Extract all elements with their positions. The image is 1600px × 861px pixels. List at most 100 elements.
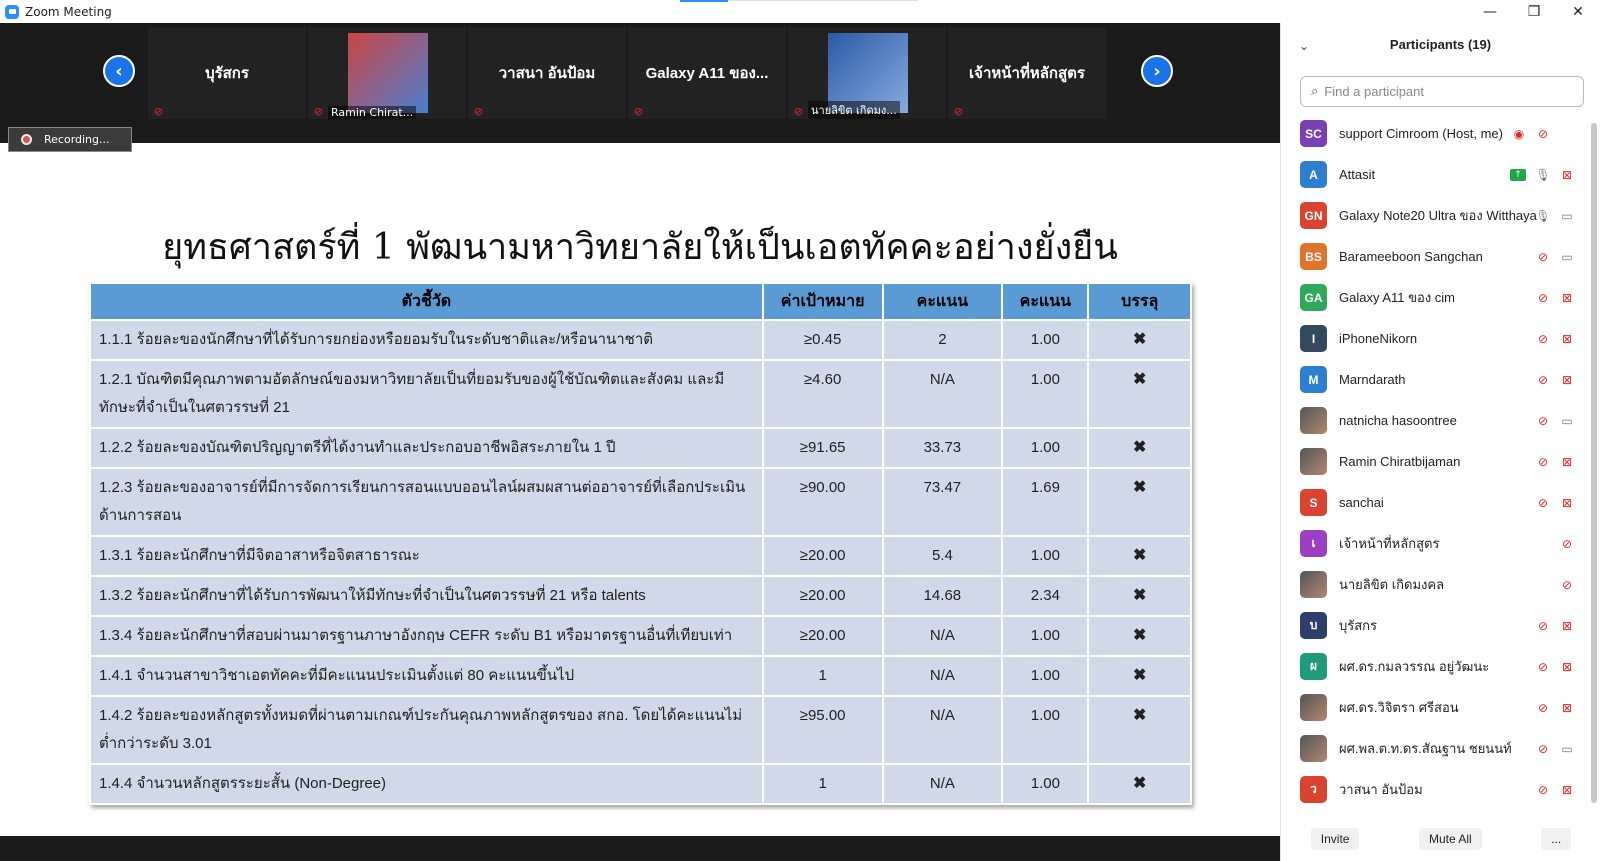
participant-row[interactable]: Ssanchai ⊘ ⊠ [1281, 482, 1586, 523]
indicator-cell: 1.1.1 ร้อยละของนักศึกษาที่ได้รับการยกย่อ… [89, 319, 764, 361]
mic-off-icon[interactable]: ⊘ [1536, 291, 1550, 305]
table-row: 1.1.1 ร้อยละของนักศึกษาที่ได้รับการยกย่อ… [89, 319, 1192, 361]
video-icon[interactable]: ▭ [1560, 742, 1574, 756]
close-button[interactable]: ✕ [1556, 0, 1600, 23]
participant-name: Marndarath [1339, 372, 1406, 387]
participant-row[interactable]: M Marndarath ⊘ ⊠ [1281, 359, 1586, 400]
score-cell: 5.4 [881, 535, 1004, 577]
participant-name: ผศ.ดร.กมลวรรณ อยู่วัฒนะ [1339, 659, 1490, 674]
indicator-cell: 1.3.2 ร้อยละนักศึกษาที่ได้รับการพัฒนาให้… [89, 575, 764, 617]
video-tile[interactable]: นายลิขิต เกิดมง... ⊘ [788, 27, 946, 119]
video-tile[interactable]: เจ้าหน้าที่หลักสูตร ⊘ [948, 27, 1106, 119]
participant-row[interactable]: natnicha hasoontree ⊘ ▭ [1281, 400, 1586, 441]
video-icon[interactable]: ▭ [1560, 414, 1574, 428]
video-off-icon[interactable]: ⊠ [1560, 496, 1574, 510]
record-icon[interactable]: ◉ [1512, 127, 1526, 141]
participant-name: ผศ.พล.ต.ท.ดร.สัณฐาน ชยนนท์ [1339, 741, 1512, 756]
bottom-bar [0, 836, 1280, 861]
tile-name: Galaxy A11 ของ... [645, 65, 769, 82]
participant-row[interactable]: ว วาสนา อันป้อม ⊘ ⊠ [1281, 769, 1586, 810]
video-off-icon[interactable]: ⊠ [1560, 783, 1574, 797]
mic-off-icon[interactable]: ⊘ [1560, 578, 1574, 592]
mic-off-icon[interactable]: ⊘ [1536, 783, 1550, 797]
icon-spacer [1512, 373, 1526, 387]
video-off-icon[interactable]: ⊠ [1560, 660, 1574, 674]
invite-button[interactable]: Invite [1310, 827, 1360, 850]
participant-row[interactable]: บ บุรัสกร ⊘ ⊠ [1281, 605, 1586, 646]
mic-icon[interactable]: 🎙 [1535, 168, 1550, 182]
chevron-right-icon[interactable]: › [1141, 55, 1173, 87]
icon-spacer [1512, 414, 1526, 428]
video-icon[interactable]: ▭ [1560, 250, 1574, 264]
mic-off-icon[interactable]: ⊘ [1536, 127, 1550, 141]
video-icon[interactable]: ▭ [1560, 209, 1574, 223]
mic-off-icon[interactable]: ⊘ [1536, 250, 1550, 264]
mic-off-icon[interactable]: ⊘ [1536, 742, 1550, 756]
mic-off-icon[interactable]: ⊘ [1536, 414, 1550, 428]
participant-name: Attasit [1339, 167, 1376, 182]
participant-row[interactable]: ผศ.พล.ต.ท.ดร.สัณฐาน ชยนนท์ ⊘ ▭ [1281, 728, 1586, 769]
mic-off-icon[interactable]: ⊘ [1536, 496, 1550, 510]
video-off-icon[interactable]: ⊠ [1560, 701, 1574, 715]
record-icon [21, 134, 32, 145]
participant-search[interactable]: ⌕ [1300, 76, 1584, 107]
participant-row[interactable]: นายลิขิต เกิดมงคล ⊘ [1281, 564, 1586, 605]
participant-name: natnicha hasoontree [1339, 413, 1457, 428]
mic-muted-icon: ⊘ [474, 105, 484, 118]
mic-off-icon[interactable]: ⊘ [1536, 332, 1550, 346]
participant-row[interactable]: A Attasit ↑ 🎙 ⊠ [1281, 154, 1586, 195]
participant-row[interactable]: SC support Cimroom (Host, me) ◉ ⊘ [1281, 113, 1586, 154]
video-off-icon[interactable]: ⊠ [1560, 291, 1574, 305]
score-cell: 73.47 [881, 467, 1004, 537]
video-tile[interactable]: Galaxy A11 ของ... ⊘ [628, 27, 786, 119]
video-tile[interactable]: บุรัสกร ⊘ [148, 27, 306, 119]
icon-spacer [1512, 619, 1526, 633]
scrollbar[interactable] [1591, 123, 1597, 803]
minimize-button[interactable]: — [1468, 0, 1512, 23]
search-input[interactable] [1324, 84, 1565, 99]
participant-row[interactable]: GN Galaxy Note20 Ultra ของ Witthaya 🎙 ▭ [1281, 195, 1586, 236]
video-off-icon[interactable]: ⊠ [1560, 619, 1574, 633]
video-off-icon[interactable]: ⊠ [1560, 373, 1574, 387]
video-off-icon[interactable]: ⊠ [1560, 455, 1574, 469]
mute-all-button[interactable]: Mute All [1418, 827, 1482, 850]
mic-off-icon[interactable]: ⊘ [1536, 660, 1550, 674]
mic-off-icon[interactable]: ⊘ [1560, 537, 1574, 551]
indicator-cell: 1.2.2 ร้อยละของบัณฑิตปริญญาตรีที่ได้งานท… [89, 427, 764, 469]
avatar: บ [1300, 612, 1327, 639]
participant-row[interactable]: Ramin Chiratbijaman ⊘ ⊠ [1281, 441, 1586, 482]
avatar: I [1300, 325, 1327, 352]
mic-off-icon[interactable]: ⊘ [1536, 373, 1550, 387]
avatar: S [1300, 489, 1327, 516]
indicator-cell: 1.4.1 จำนวนสาขาวิชาเอตทัคคะที่มีคะแนนประ… [89, 655, 764, 697]
participant-row[interactable]: ผศ.ดร.วิจิตรา ศรีสอน ⊘ ⊠ [1281, 687, 1586, 728]
participant-row[interactable]: GA Galaxy A11 ของ cim ⊘ ⊠ [1281, 277, 1586, 318]
participant-name: Galaxy Note20 Ultra ของ Witthaya [1339, 208, 1537, 223]
video-tile[interactable]: Ramin Chirat... ⊘ [308, 27, 466, 119]
icon-spacer [1560, 127, 1574, 141]
participant-name: เจ้าหน้าที่หลักสูตร [1339, 536, 1440, 551]
restore-button[interactable]: ❐ [1512, 0, 1556, 23]
mic-off-icon[interactable]: ⊘ [1536, 619, 1550, 633]
mic-off-icon[interactable]: ⊘ [1536, 455, 1550, 469]
recording-indicator[interactable]: Recording... [8, 127, 132, 152]
video-off-icon[interactable]: ⊠ [1560, 168, 1574, 182]
mic-muted-icon: ⊘ [314, 105, 324, 118]
participant-name: ผศ.ดร.วิจิตรา ศรีสอน [1339, 700, 1459, 715]
mic-icon[interactable]: 🎙 [1535, 209, 1550, 223]
mic-muted-icon: ⊘ [954, 105, 964, 118]
score-2-cell: 1.00 [1001, 427, 1090, 469]
kpi-table: ตัวชี้วัด ค่าเป้าหมาย คะแนน คะแนน บรรลุ … [89, 282, 1192, 805]
achieved-icon: ✖ [1087, 467, 1192, 537]
more-button[interactable]: ... [1541, 827, 1572, 850]
video-off-icon[interactable]: ⊠ [1560, 332, 1574, 346]
participant-row[interactable]: เ เจ้าหน้าที่หลักสูตร ⊘ [1281, 523, 1586, 564]
participant-name: iPhoneNikorn [1339, 331, 1418, 346]
chevron-left-icon[interactable]: ‹ [103, 55, 135, 87]
participant-row[interactable]: IiPhoneNikorn ⊘ ⊠ [1281, 318, 1586, 359]
video-tile[interactable]: วาสนา อันป้อม ⊘ [468, 27, 626, 119]
participant-row[interactable]: BS Barameeboon Sangchan ⊘ ▭ [1281, 236, 1586, 277]
mic-off-icon[interactable]: ⊘ [1536, 701, 1550, 715]
participant-row[interactable]: ผ ผศ.ดร.กมลวรรณ อยู่วัฒนะ ⊘ ⊠ [1281, 646, 1586, 687]
tile-name: เจ้าหน้าที่หลักสูตร [969, 65, 1085, 82]
